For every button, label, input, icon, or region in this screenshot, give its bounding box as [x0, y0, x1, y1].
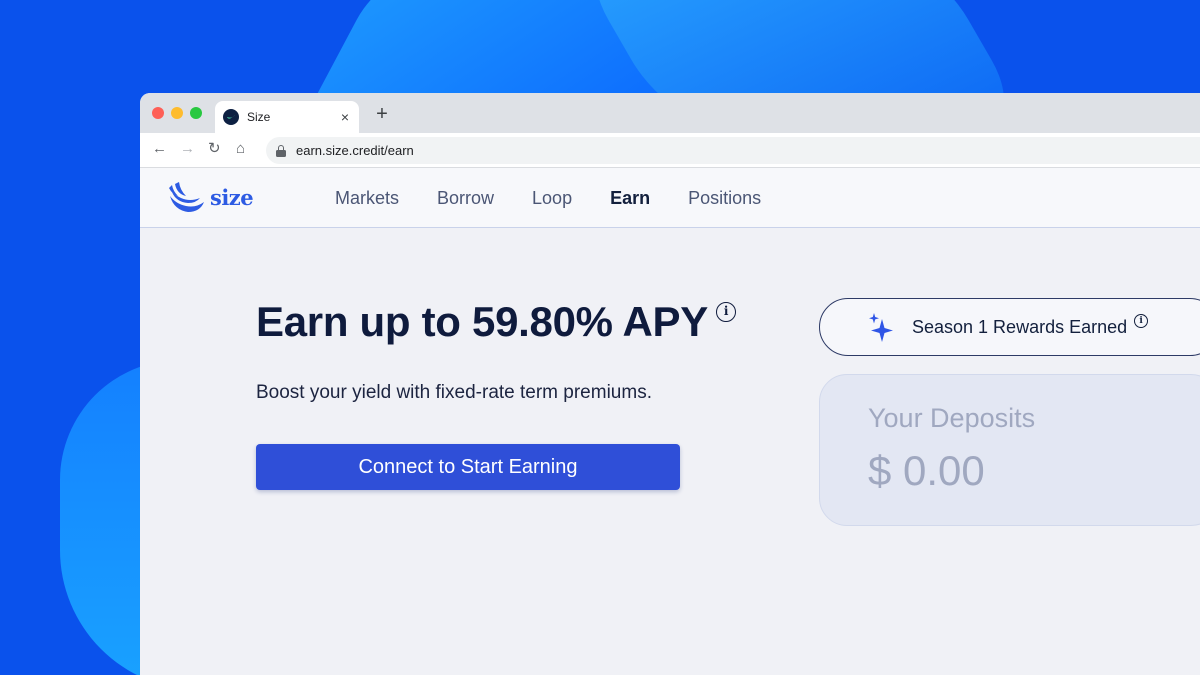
tab-bar: Size × +: [140, 93, 1200, 133]
minimize-window-button[interactable]: [171, 107, 183, 119]
info-icon[interactable]: i: [715, 302, 736, 322]
rewards-pill[interactable]: Season 1 Rewards Earned i: [819, 298, 1200, 356]
close-tab-icon[interactable]: ×: [341, 110, 349, 124]
deposits-label: Your Deposits: [868, 403, 1036, 433]
logo-text: size: [210, 184, 254, 210]
connect-wallet-button[interactable]: Connect to Start Earning: [256, 444, 680, 490]
page-subtitle: Boost your yield with fixed-rate term pr…: [256, 382, 652, 403]
forward-icon[interactable]: →: [180, 141, 195, 156]
reload-icon[interactable]: ↻: [208, 141, 221, 156]
address-bar: ← → ↻ ⌂ earn.size.credit/earn: [140, 133, 1200, 168]
nav-borrow[interactable]: Borrow: [437, 188, 494, 209]
maximize-window-button[interactable]: [190, 107, 202, 119]
deposits-card: Your Deposits $ 0.00: [819, 374, 1200, 526]
rewards-label: Season 1 Rewards Earned: [912, 316, 1128, 337]
deposits-value: $ 0.00: [868, 447, 985, 494]
browser-tab[interactable]: Size ×: [215, 101, 359, 133]
url-text: earn.size.credit/earn: [296, 143, 414, 158]
home-icon[interactable]: ⌂: [236, 141, 245, 156]
browser-window: Size × + ← → ↻ ⌂ earn.size.credit/earn s…: [140, 93, 1200, 675]
back-icon[interactable]: ←: [152, 141, 167, 156]
nav-loop[interactable]: Loop: [532, 188, 572, 209]
earn-page: Earn up to 59.80% APY i Boost your yield …: [140, 228, 1200, 675]
window-controls: [152, 107, 202, 119]
tab-title: Size: [247, 110, 271, 124]
new-tab-button[interactable]: +: [372, 104, 392, 124]
headline-text: Earn up to 59.80% APY: [256, 298, 708, 345]
nav-markets[interactable]: Markets: [335, 188, 399, 209]
lock-icon: [276, 144, 286, 157]
size-favicon-icon: [223, 109, 239, 125]
size-logo[interactable]: size: [166, 180, 254, 214]
close-window-button[interactable]: [152, 107, 164, 119]
site-header: size Markets Borrow Loop Earn Positions: [140, 168, 1200, 228]
main-nav: Markets Borrow Loop Earn Positions: [335, 188, 799, 209]
size-wing-icon: [169, 182, 204, 212]
rewards-info-icon[interactable]: i: [1134, 314, 1149, 328]
url-field[interactable]: earn.size.credit/earn: [266, 137, 1200, 164]
nav-earn[interactable]: Earn: [610, 188, 650, 209]
sparkle-icon: [869, 313, 893, 342]
nav-positions[interactable]: Positions: [688, 188, 761, 209]
page-title: Earn up to 59.80% APY i: [256, 298, 736, 346]
